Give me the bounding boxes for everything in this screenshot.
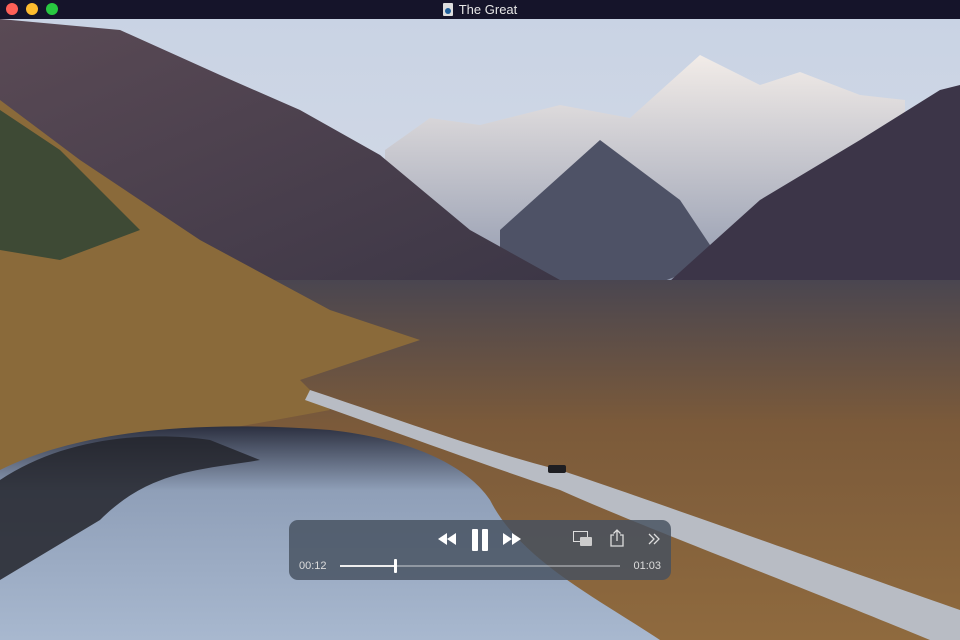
rewind-icon (438, 533, 456, 545)
playback-controls: 00:12 01:03 (289, 520, 671, 580)
zoom-button[interactable] (46, 3, 58, 15)
progress-fill (340, 565, 395, 567)
fast-forward-button[interactable] (502, 532, 522, 551)
fast-forward-icon (503, 533, 521, 545)
picture-in-picture-button[interactable] (573, 531, 593, 552)
rewind-button[interactable] (437, 532, 457, 551)
pause-button[interactable] (471, 528, 489, 557)
current-time: 00:12 (299, 560, 327, 572)
close-button[interactable] (6, 3, 18, 15)
document-icon (442, 3, 453, 16)
more-button[interactable] (647, 532, 661, 551)
title-bar: The Great (0, 0, 960, 19)
picture-in-picture-icon (573, 531, 592, 546)
share-icon (610, 529, 624, 547)
scrubber-handle[interactable] (393, 559, 397, 573)
window-title: The Great (458, 2, 518, 17)
scrubber[interactable] (340, 559, 620, 573)
minimize-button[interactable] (26, 3, 38, 15)
chevron-double-right-icon (648, 533, 660, 545)
duration: 01:03 (633, 560, 661, 572)
share-button[interactable] (609, 529, 625, 552)
pause-icon (472, 529, 488, 551)
